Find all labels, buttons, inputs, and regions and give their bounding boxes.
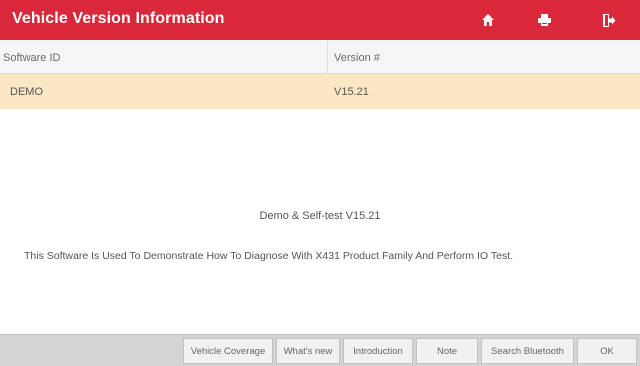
exit-icon	[602, 13, 616, 28]
home-button[interactable]	[465, 0, 511, 40]
print-button[interactable]	[521, 0, 567, 40]
column-divider	[327, 40, 328, 73]
exit-button[interactable]	[586, 0, 632, 40]
page-title: Vehicle Version Information	[12, 10, 225, 27]
ok-button[interactable]: OK	[577, 338, 637, 364]
software-id-cell: DEMO	[10, 86, 43, 98]
column-header-software-id: Software ID	[3, 52, 61, 64]
software-description: This Software Is Used To Demonstrate How…	[24, 250, 514, 262]
note-button[interactable]: Note	[416, 338, 478, 364]
whats-new-button[interactable]: What's new	[276, 338, 340, 364]
info-panel: Demo & Self-test V15.21 This Software Is…	[0, 109, 640, 344]
version-cell: V15.21	[334, 86, 369, 98]
title-bar: Vehicle Version Information	[0, 0, 640, 40]
introduction-button[interactable]: Introduction	[343, 338, 413, 364]
table-header: Software ID Version #	[0, 40, 640, 74]
print-icon	[537, 13, 552, 27]
home-icon	[481, 13, 495, 27]
software-heading: Demo & Self-test V15.21	[259, 210, 381, 222]
footer-toolbar: Vehicle Coverage What's new Introduction…	[0, 334, 640, 366]
column-header-version: Version #	[334, 52, 380, 64]
vehicle-coverage-button[interactable]: Vehicle Coverage	[183, 338, 273, 364]
search-bluetooth-button[interactable]: Search Bluetooth	[481, 338, 574, 364]
table-row[interactable]: DEMO V15.21	[0, 74, 640, 109]
